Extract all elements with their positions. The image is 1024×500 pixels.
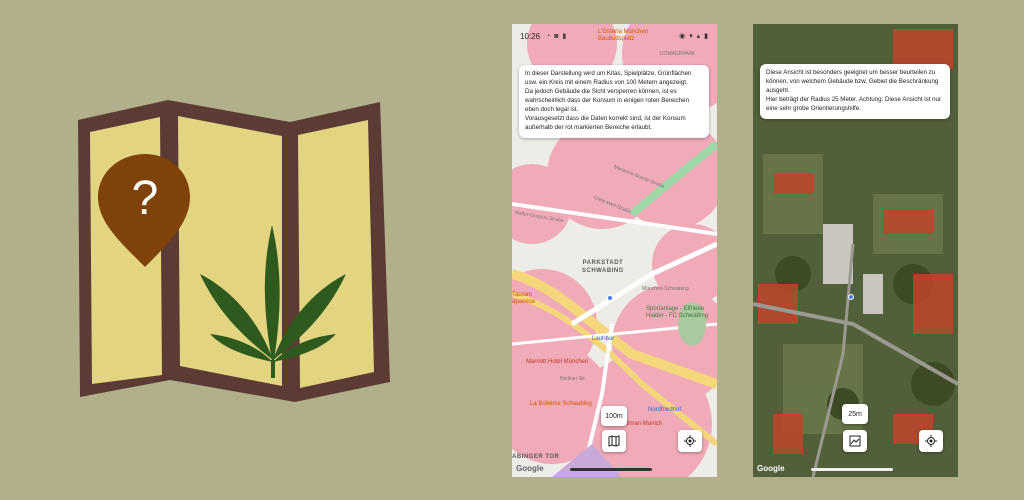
current-location-dot	[607, 295, 613, 301]
app-logo: ?	[78, 100, 390, 402]
info-line-3: Vorausgesetzt dass die Daten korrekt sin…	[525, 114, 686, 131]
map-type-button[interactable]	[602, 430, 626, 452]
system-icons: ◉ ▾ ▴ ▮	[679, 33, 709, 40]
info-line-2: Da jedoch Gebäude die Sicht versperren k…	[525, 87, 690, 113]
poi-nordfriedhof[interactable]: Nordfriedhof	[648, 407, 681, 413]
poi-lauf-bar[interactable]: Lauf-bar	[592, 336, 614, 342]
map-layer-icon	[608, 435, 620, 447]
area-label-tor: ABINGER TOR	[512, 454, 560, 460]
home-indicator	[811, 468, 893, 471]
radius-scale-label: 25m	[848, 410, 862, 418]
my-location-button[interactable]	[919, 430, 943, 452]
district-label: PARKSTADT SCHWABING	[582, 260, 624, 274]
poi-sportanlage[interactable]: Sportanlage - Elfriede Haider - FC Schwa…	[646, 306, 708, 320]
station-label[interactable]: München-Schwabing	[642, 286, 689, 292]
image-layer-icon	[849, 435, 861, 447]
poi-marriott[interactable]: Marriott Hotel München	[526, 359, 588, 365]
satellite-view-screenshot: Diese Ansicht ist besonders geeignet um …	[753, 24, 958, 477]
info-line-2: Hier beträgt der Radius 25 Meter. Achtun…	[766, 95, 942, 112]
google-logo: Google	[757, 464, 785, 473]
google-logo: Google	[516, 464, 544, 473]
map-view-screenshot: 10:26 ◔ ◙ ▮ ◉ ▾ ▴ ▮ L'Osteria München Ba…	[512, 24, 717, 477]
pin-question-mark: ?	[132, 172, 159, 225]
poi-restaurant-japanese[interactable]: Taurant apanese	[512, 292, 535, 306]
street-berliner: Berliner Str.	[560, 376, 587, 382]
info-line-1: Diese Ansicht ist besonders geeignet um …	[766, 69, 939, 94]
poi-boheme[interactable]: La Bohème Schwabing	[530, 401, 592, 407]
radius-scale-label: 100m	[605, 412, 623, 420]
info-card: In dieser Darstellung wird um Kitas, Spi…	[519, 65, 709, 138]
radius-scale-button[interactable]: 25m	[842, 404, 868, 424]
notification-icons: ◔ ◙ ▮	[546, 33, 568, 40]
home-indicator	[570, 468, 652, 471]
street-domagkpark: DOMAGKPARK	[660, 51, 696, 57]
poi-osteria[interactable]: L'Osteria München Baubudsplatz	[598, 29, 648, 43]
folded-map-icon	[78, 100, 390, 402]
my-location-icon	[684, 435, 696, 447]
map-type-button[interactable]	[843, 430, 867, 452]
radius-scale-button[interactable]: 100m	[601, 406, 627, 426]
info-card: Diese Ansicht ist besonders geeignet um …	[760, 64, 950, 119]
my-location-button[interactable]	[678, 430, 702, 452]
current-location-dot	[848, 294, 854, 300]
my-location-icon	[925, 435, 937, 447]
status-time: 10:26	[520, 31, 541, 41]
info-line-1: In dieser Darstellung wird um Kitas, Spi…	[525, 70, 692, 86]
